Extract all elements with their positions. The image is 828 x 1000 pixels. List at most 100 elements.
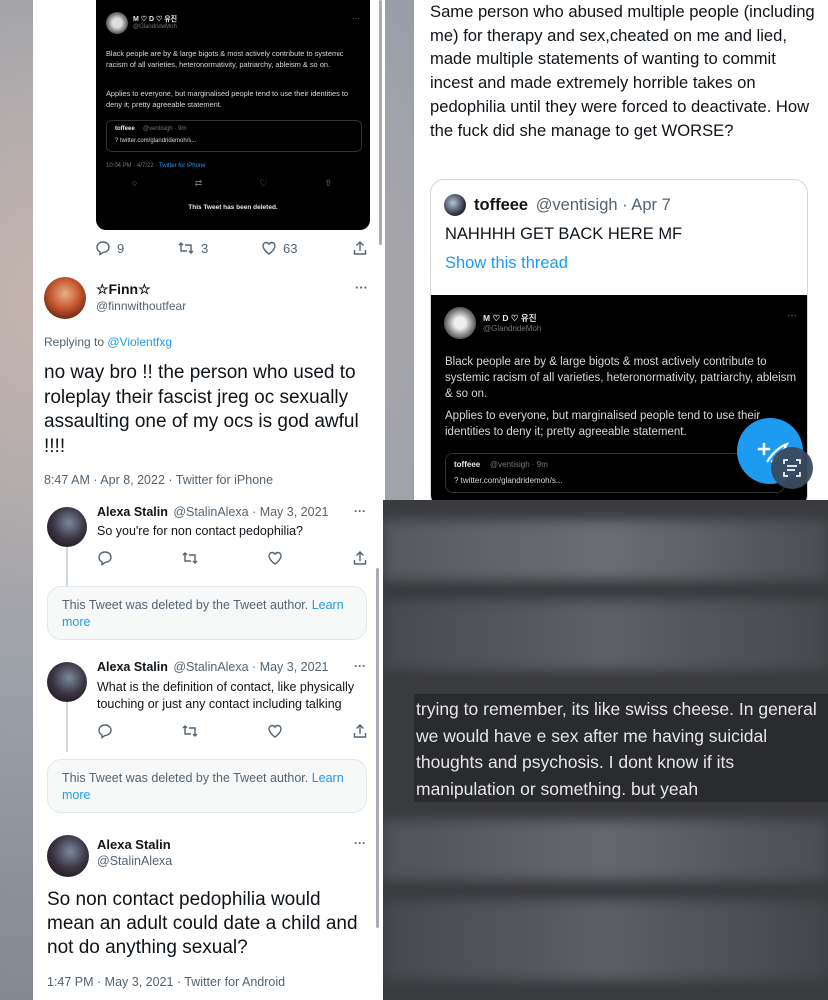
quote-card[interactable]: toffeee @ventisigh · 9m ? twitter.com/gl… (445, 453, 785, 493)
tweet-text: So you're for non contact pedophilia? (97, 524, 303, 538)
tweet-meta: 1:47 PM · May 3, 2021 · Twitter for Andr… (47, 975, 286, 989)
tweet-actions (97, 723, 369, 739)
panel-bottom-left: Alexa Stalin @StalinAlexa · May 3, 2021 … (33, 500, 383, 1000)
share-icon[interactable] (353, 550, 367, 566)
quote-handle: @ventisigh · 9m (490, 460, 548, 469)
retweet-count: 3 (201, 240, 209, 256)
more-icon[interactable]: ··· (354, 836, 366, 850)
more-icon[interactable]: ··· (354, 504, 366, 518)
panel-top-left: M ♡ D ♡ 유진 @GlandrideMoh ··· Black peopl… (33, 0, 385, 500)
author-name[interactable]: ☆Finn☆ (96, 281, 151, 298)
author-name[interactable]: Alexa Stalin (97, 505, 168, 519)
share-icon[interactable]: ⇧ (324, 178, 332, 189)
avatar[interactable] (47, 662, 87, 702)
deleted-notice: This Tweet has been deleted. (188, 204, 278, 211)
blurred-message (383, 520, 828, 580)
quote-author: toffeee @ventisigh · Apr 7 (474, 196, 671, 215)
panel-bottom-right: trying to remember, its like swiss chees… (383, 500, 828, 1000)
quote-name: toffeee (474, 196, 529, 214)
collage: M ♡ D ♡ 유진 @GlandrideMoh ··· Black peopl… (0, 0, 828, 1000)
reply-icon[interactable] (97, 550, 113, 566)
reply-icon[interactable] (97, 723, 113, 739)
author-handle: @GlandrideMoh (483, 324, 542, 333)
tweet-meta: 8:47 AM · Apr 8, 2022 · Twitter for iPho… (44, 473, 274, 487)
more-icon[interactable]: ··· (352, 14, 360, 23)
tweet-text: So non contact pedophilia would mean an … (47, 889, 358, 958)
deleted-tweet-notice: This Tweet was deleted by the Tweet auth… (47, 759, 367, 813)
avatar (444, 307, 476, 339)
author-handle[interactable]: @finnwithoutfear (96, 299, 186, 313)
author-handle: @GlandrideMoh (133, 24, 177, 30)
reply-icon (96, 241, 110, 256)
blurred-message (383, 820, 828, 880)
tweet-text: What is the definition of contact, like … (97, 680, 355, 711)
quote-handle-date: @ventisigh · Apr 7 (535, 196, 671, 214)
quote-text: NAHHHH GET BACK HERE MF (445, 225, 683, 243)
tweet-body-2: Applies to everyone, but marginalised pe… (106, 89, 348, 109)
show-thread-link[interactable]: Show this thread (445, 254, 568, 273)
thread-line (66, 547, 68, 587)
replying-to: Replying to @Violentfxg (44, 335, 173, 349)
avatar[interactable] (44, 277, 86, 319)
tweet-header: Alexa Stalin @StalinAlexa · May 3, 2021 (97, 505, 329, 519)
mention-link[interactable]: @Violentfxg (107, 335, 172, 349)
author-name[interactable]: Alexa Stalin (97, 660, 168, 674)
tweet-meta: 10:04 PM · 4/7/22 · Twitter for iPhone (106, 163, 206, 169)
tweet-body: Black people are by & large bigots & mos… (106, 49, 344, 69)
author-meta: @StalinAlexa · May 3, 2021 (173, 660, 329, 674)
retweet-icon[interactable] (181, 550, 199, 566)
retweet-icon[interactable] (181, 723, 199, 739)
thread-line (66, 702, 68, 752)
author-name[interactable]: Alexa Stalin (97, 837, 171, 852)
quote-link[interactable]: ? twitter.com/glandridemoh/s... (454, 476, 563, 485)
author-meta: @StalinAlexa · May 3, 2021 (173, 505, 329, 519)
more-icon[interactable]: ··· (787, 310, 797, 321)
scrollbar[interactable] (376, 568, 379, 928)
heart-icon[interactable] (267, 723, 283, 739)
avatar (444, 194, 466, 216)
tweet-body: Black people are by & large bigots & mos… (445, 356, 797, 400)
author-handle: @StalinAlexa (97, 854, 173, 868)
scrollbar[interactable] (379, 0, 382, 245)
author-name: M ♡ D ♡ 유진 (483, 313, 537, 323)
tweet-header: Alexa Stalin @StalinAlexa · May 3, 2021 (97, 660, 329, 674)
retweet-icon[interactable]: ⇄ (195, 178, 203, 189)
tweet-text: no way bro !! the person who used to rol… (44, 362, 359, 457)
more-icon[interactable]: ··· (354, 659, 366, 673)
deleted-tweet-notice: This Tweet was deleted by the Tweet auth… (47, 586, 367, 640)
blurred-message (383, 600, 828, 670)
reply-action[interactable]: 9 (95, 240, 124, 256)
scan-icon (783, 459, 801, 477)
avatar[interactable] (47, 507, 87, 547)
reply-icon[interactable]: ○ (132, 178, 137, 189)
quote-name: toffeee (115, 126, 135, 132)
more-icon[interactable]: ··· (355, 280, 368, 295)
tweet-actions: 9 3 63 (95, 240, 367, 261)
heart-icon[interactable] (267, 550, 283, 566)
reply-count: 9 (117, 240, 125, 256)
like-count: 63 (283, 240, 298, 256)
message-highlight: trying to remember, its like swiss chees… (414, 694, 828, 802)
embedded-dark-tweet[interactable]: M ♡ D ♡ 유진 @GlandrideMoh ··· Black peopl… (96, 0, 370, 230)
avatar[interactable] (47, 835, 89, 877)
embed-actions: ○ ⇄ ♡ ⇧ (132, 178, 332, 189)
quote-link[interactable]: ? twitter.com/glandridemoh/s... (115, 138, 196, 144)
share-icon[interactable] (353, 723, 367, 739)
like-action[interactable]: 63 (261, 240, 297, 256)
quote-handle: @ventisigh · 9m (143, 126, 187, 132)
avatar (106, 12, 128, 34)
heart-icon (262, 241, 276, 255)
tweet-text: Same person who abused multiple people (… (430, 2, 815, 140)
scan-button[interactable] (771, 447, 813, 489)
tweet-actions (97, 550, 369, 566)
share-icon[interactable] (353, 240, 367, 261)
like-icon[interactable]: ♡ (259, 178, 267, 189)
retweet-action[interactable]: 3 (177, 240, 208, 256)
source-link[interactable]: Twitter for iPhone (159, 163, 206, 169)
quote-card[interactable]: toffeee @ventisigh · 9m ? twitter.com/gl… (106, 120, 362, 152)
quote-name: toffeee (454, 460, 481, 469)
message-text: trying to remember, its like swiss chees… (416, 699, 817, 799)
blurred-message (383, 900, 828, 980)
panel-top-right: Same person who abused multiple people (… (414, 0, 828, 500)
retweet-icon (178, 242, 194, 254)
